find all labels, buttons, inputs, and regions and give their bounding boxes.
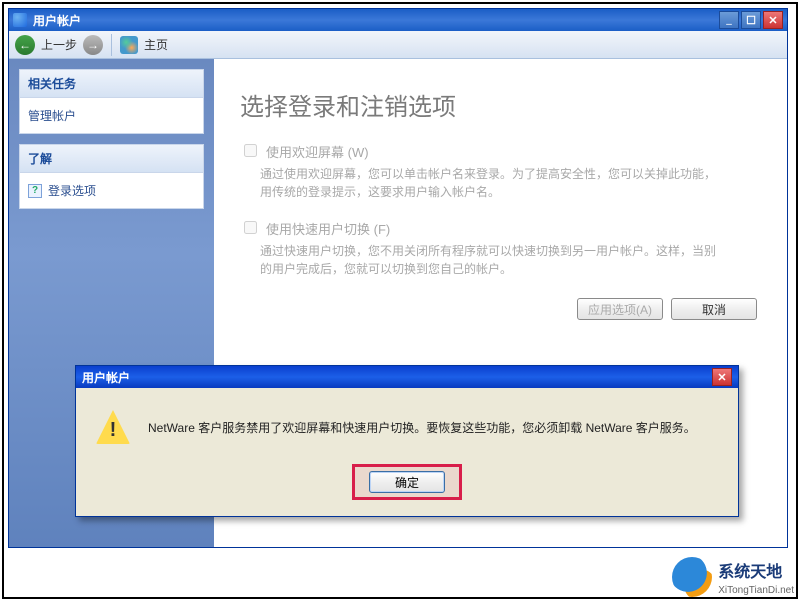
maximize-button[interactable]: ☐: [741, 11, 761, 29]
netware-warning-dialog: 用户帐户 ✕ NetWare 客户服务禁用了欢迎屏幕和快速用户切换。要恢复这些功…: [75, 365, 739, 517]
dialog-ok-button[interactable]: 确定: [369, 471, 445, 493]
forward-icon: →: [83, 35, 103, 55]
option-title: 使用快速用户切换 (F): [266, 219, 390, 238]
page-heading: 选择登录和注销选项: [240, 87, 761, 122]
home-label[interactable]: 主页: [144, 36, 168, 53]
sidebar-link-logon-options[interactable]: ? 登录选项: [28, 179, 195, 202]
apply-options-button: 应用选项(A): [577, 298, 663, 320]
watermark-main: 系统天地: [718, 558, 794, 582]
watermark: 系统天地 XiTongTianDi.net: [672, 557, 794, 597]
watermark-sub: XiTongTianDi.net: [718, 585, 794, 596]
sidebar-tasks-heading: 相关任务: [20, 70, 203, 98]
dialog-title: 用户帐户: [82, 369, 712, 386]
sidebar-link-label: 管理帐户: [28, 107, 76, 124]
titlebar: 用户帐户 _ ☐ ✕: [9, 9, 787, 31]
option-description: 通过使用欢迎屏幕，您可以单击帐户名来登录。为了提高安全性，您可以关掉此功能，用传…: [260, 165, 720, 201]
sidebar-link-label: 登录选项: [48, 182, 96, 199]
toolbar-separator: [111, 34, 112, 56]
help-icon: ?: [28, 184, 42, 198]
app-icon: [13, 13, 27, 27]
sidebar-tasks-box: 相关任务 管理帐户: [19, 69, 204, 134]
window-buttons: _ ☐ ✕: [719, 11, 783, 29]
sidebar-learn-heading: 了解: [20, 145, 203, 173]
warning-icon: [96, 410, 130, 444]
sidebar-learn-box: 了解 ? 登录选项: [19, 144, 204, 209]
close-button[interactable]: ✕: [763, 11, 783, 29]
main-button-row: 应用选项(A) 取消: [240, 298, 761, 320]
checkbox-fast-user-switching: [244, 221, 257, 234]
dialog-close-button[interactable]: ✕: [712, 368, 732, 386]
home-icon[interactable]: [120, 36, 138, 54]
dialog-body: NetWare 客户服务禁用了欢迎屏幕和快速用户切换。要恢复这些功能，您必须卸载…: [76, 388, 738, 516]
option-welcome-screen: 使用欢迎屏幕 (W) 通过使用欢迎屏幕，您可以单击帐户名来登录。为了提高安全性，…: [240, 142, 761, 201]
window-title: 用户帐户: [33, 12, 719, 29]
back-icon[interactable]: ←: [15, 35, 35, 55]
option-title: 使用欢迎屏幕 (W): [266, 142, 369, 161]
cancel-button[interactable]: 取消: [671, 298, 757, 320]
checkbox-welcome-screen: [244, 144, 257, 157]
option-description: 通过快速用户切换，您不用关闭所有程序就可以快速切换到另一用户帐户。这样，当别的用…: [260, 242, 720, 278]
dialog-ok-highlight: 确定: [352, 464, 462, 500]
watermark-icon: [672, 557, 712, 597]
toolbar: ← 上一步 → 主页: [9, 31, 787, 59]
minimize-button[interactable]: _: [719, 11, 739, 29]
option-fast-user-switching: 使用快速用户切换 (F) 通过快速用户切换，您不用关闭所有程序就可以快速切换到另…: [240, 219, 761, 278]
back-label[interactable]: 上一步: [41, 36, 77, 53]
sidebar-link-manage-accounts[interactable]: 管理帐户: [28, 104, 195, 127]
dialog-message: NetWare 客户服务禁用了欢迎屏幕和快速用户切换。要恢复这些功能，您必须卸载…: [148, 419, 696, 436]
dialog-titlebar: 用户帐户 ✕: [76, 366, 738, 388]
